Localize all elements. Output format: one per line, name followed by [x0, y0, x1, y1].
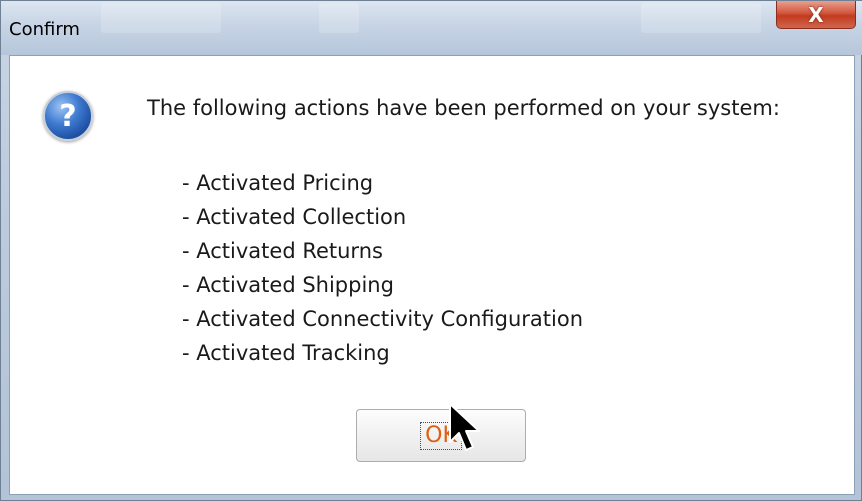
- close-button[interactable]: X: [776, 1, 856, 29]
- background-blur: [641, 3, 761, 33]
- list-item: - Activated Collection: [182, 205, 407, 229]
- ok-button[interactable]: OK: [356, 409, 526, 462]
- mouse-cursor-icon: [449, 403, 480, 451]
- question-glyph: ?: [59, 98, 77, 134]
- close-icon: X: [808, 2, 824, 27]
- list-item: - Activated Shipping: [182, 273, 394, 297]
- background-blur: [319, 3, 359, 33]
- actions-list: - Activated Pricing - Activated Collecti…: [182, 166, 583, 370]
- title-bar[interactable]: Confirm X: [1, 1, 862, 55]
- dialog-message: The following actions have been performe…: [147, 96, 780, 120]
- list-item: - Activated Connectivity Configuration: [182, 307, 583, 331]
- dialog-body: ? The following actions have been perfor…: [9, 55, 855, 495]
- confirm-dialog-window: Confirm X ? The following actions have b…: [0, 0, 862, 501]
- list-item: - Activated Tracking: [182, 341, 390, 365]
- list-item: - Activated Pricing: [182, 171, 374, 195]
- window-title: Confirm: [9, 19, 80, 40]
- question-icon: ?: [43, 91, 93, 141]
- background-blur: [101, 3, 221, 33]
- list-item: - Activated Returns: [182, 239, 383, 263]
